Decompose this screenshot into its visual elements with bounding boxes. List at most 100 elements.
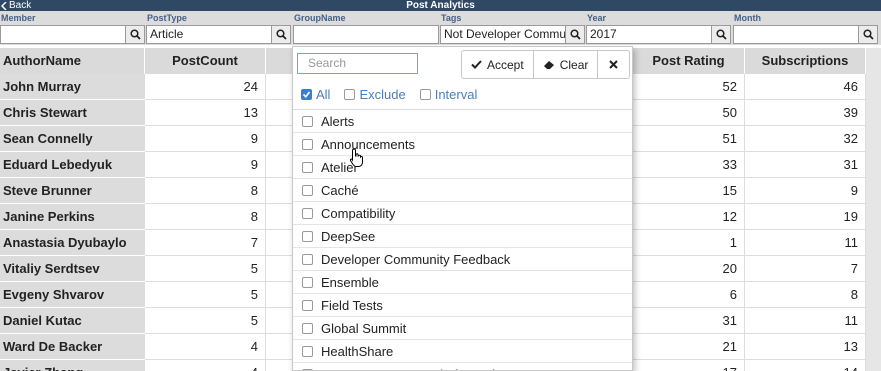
- tag-list-item[interactable]: Atelier: [293, 156, 632, 179]
- post-rating-cell: 1: [633, 230, 745, 256]
- filter-month: Month: [733, 11, 879, 45]
- checkbox-icon: [302, 207, 313, 219]
- tags-search-button[interactable]: [566, 25, 585, 44]
- column-header-subscriptions[interactable]: Subscriptions: [745, 48, 866, 74]
- search-icon: [569, 29, 581, 40]
- author-name-cell: Chris Stewart: [0, 100, 145, 126]
- post-count-cell: 4: [145, 334, 266, 360]
- popup-search-input[interactable]: Search: [297, 53, 418, 74]
- mode-all[interactable]: All: [301, 87, 330, 102]
- post-rating-cell: 33: [633, 152, 745, 178]
- checkbox-icon: [302, 138, 313, 150]
- accept-label: Accept: [487, 57, 524, 72]
- filter-bar: Member PostType Article GroupName Tags N…: [0, 11, 881, 45]
- post-rating-cell: 50: [633, 100, 745, 126]
- tag-item-label: HealthShare: [321, 343, 394, 359]
- mode-exclude[interactable]: Exclude: [344, 86, 406, 102]
- tag-list-item[interactable]: Alerts: [293, 110, 632, 133]
- post-rating-cell: 20: [633, 256, 745, 282]
- clear-button[interactable]: Clear: [534, 51, 599, 78]
- tag-item-label: Compatibility: [321, 205, 396, 221]
- subscriptions-cell: 14: [745, 360, 866, 371]
- post-rating-cell: 31: [633, 308, 745, 334]
- author-name-cell: Sean Connelly: [0, 126, 145, 152]
- post-rating-cell: 17: [633, 360, 745, 371]
- author-name-cell: Janine Perkins: [0, 204, 145, 230]
- author-name-cell: John Murray: [0, 74, 145, 100]
- author-name-cell: Vitaliy Serdtsev: [0, 256, 145, 282]
- mode-all-label: All: [316, 86, 331, 102]
- subscriptions-cell: 13: [745, 334, 866, 360]
- tag-list-item[interactable]: HealthShare: [293, 340, 632, 363]
- app-root: Back Post Analytics Member PostType Arti…: [0, 0, 881, 371]
- post-count-cell: 8: [145, 204, 266, 230]
- posttype-input[interactable]: Article: [146, 25, 272, 44]
- filter-label: PostType: [147, 13, 187, 23]
- search-icon: [275, 29, 287, 40]
- member-input[interactable]: [0, 25, 126, 44]
- subscriptions-cell: 39: [745, 100, 866, 126]
- post-count-cell: 13: [145, 100, 266, 126]
- post-rating-cell: 15: [633, 178, 745, 204]
- mode-interval[interactable]: Interval: [419, 87, 477, 102]
- column-header-post-rating[interactable]: Post Rating: [633, 48, 745, 74]
- tags-filter-popup: Search Accept Clear All Exclude Interval…: [292, 46, 633, 371]
- post-count-cell: 9: [145, 152, 266, 178]
- eraser-icon: [543, 60, 554, 69]
- posttype-search-button[interactable]: [272, 25, 291, 44]
- post-count-cell: 5: [145, 256, 266, 282]
- checkbox-icon: [302, 161, 313, 173]
- checkbox-checked-icon: [301, 88, 312, 100]
- tag-item-label: Caché: [321, 182, 359, 198]
- tag-list-item[interactable]: Field Tests: [293, 294, 632, 317]
- checkbox-icon: [302, 345, 313, 357]
- column-header-authorname[interactable]: AuthorName: [0, 48, 145, 74]
- post-rating-cell: 51: [633, 126, 745, 152]
- checkbox-icon: [302, 184, 313, 196]
- groupname-input[interactable]: [293, 25, 439, 44]
- tag-item-label: Developer Community Feedback: [321, 251, 511, 267]
- post-count-cell: 9: [145, 126, 266, 152]
- tag-list-item[interactable]: InterSystems Data Platform Blog: [293, 363, 632, 370]
- post-count-cell: 8: [145, 178, 266, 204]
- subscriptions-cell: 8: [745, 282, 866, 308]
- checkbox-icon: [302, 299, 313, 311]
- checkbox-icon: [419, 88, 431, 100]
- author-name-cell: Daniel Kutac: [0, 308, 145, 334]
- tags-input[interactable]: Not Developer Commu: [440, 25, 566, 44]
- tag-item-label: Field Tests: [321, 297, 383, 313]
- close-icon: [609, 60, 619, 69]
- year-search-button[interactable]: [712, 25, 731, 44]
- member-search-button[interactable]: [126, 25, 145, 44]
- month-input[interactable]: [733, 25, 859, 44]
- filter-member: Member: [0, 11, 146, 45]
- mode-exclude-label: Exclude: [359, 86, 406, 102]
- subscriptions-cell: 32: [745, 126, 866, 152]
- checkbox-icon: [344, 88, 356, 100]
- year-input[interactable]: 2017: [586, 25, 712, 44]
- close-button[interactable]: [598, 51, 629, 78]
- tag-list-item[interactable]: Ensemble: [293, 271, 632, 294]
- subscriptions-cell: 19: [745, 204, 866, 230]
- hand-pointer-icon: [349, 148, 363, 167]
- tag-list-item[interactable]: Developer Community Feedback: [293, 248, 632, 271]
- filter-label: Member: [1, 13, 36, 23]
- checkbox-icon: [302, 276, 313, 288]
- tag-list-item[interactable]: Compatibility: [293, 202, 632, 225]
- filter-posttype: PostType Article: [146, 11, 292, 45]
- page-title: Post Analytics: [406, 0, 475, 11]
- tag-list-item[interactable]: Caché: [293, 179, 632, 202]
- tag-list-item[interactable]: Global Summit: [293, 317, 632, 340]
- post-count-cell: 4: [145, 360, 266, 371]
- vertical-scrollbar[interactable]: [866, 48, 881, 371]
- month-search-button[interactable]: [859, 25, 878, 44]
- column-header-postcount[interactable]: PostCount: [145, 48, 266, 74]
- tag-item-label: Global Summit: [321, 320, 407, 336]
- filter-year: Year 2017: [586, 11, 732, 45]
- tag-list-item[interactable]: Announcements: [293, 133, 632, 156]
- accept-button[interactable]: Accept: [462, 51, 534, 78]
- tag-list-item[interactable]: DeepSee: [293, 225, 632, 248]
- checkbox-icon: [302, 230, 313, 242]
- back-button[interactable]: Back: [1, 0, 31, 11]
- filter-label: Month: [734, 13, 761, 23]
